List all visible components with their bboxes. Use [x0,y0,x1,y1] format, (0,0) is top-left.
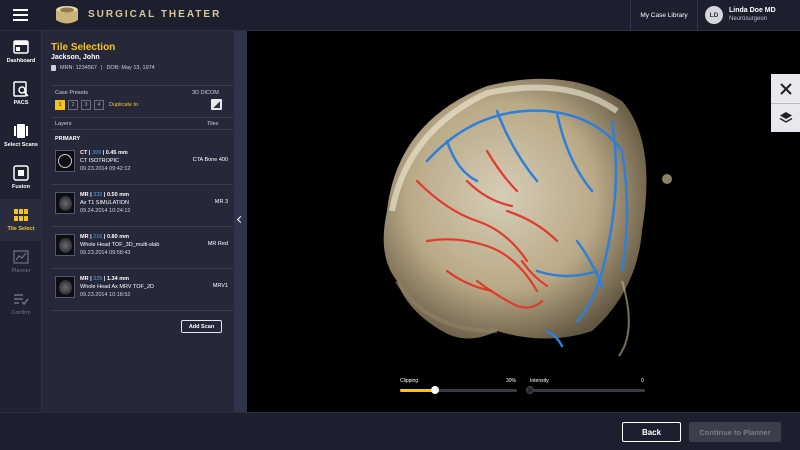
dicom-export-button[interactable] [211,99,222,110]
intensity-label: Intensity [530,378,549,384]
mrn: MRN: 1234567 [60,65,97,71]
nav-item-label: PACS [13,100,29,106]
divider [51,117,233,118]
id-card-icon [51,65,56,71]
nav-item-planner: Planner [0,241,42,283]
layer-name: Whole Head TOF_3D_multi-slab [80,242,160,248]
nav-item-pacs[interactable]: PACS [0,73,42,115]
nav-item-dashboard[interactable]: Dashboard [0,31,42,73]
preset-3[interactable]: 3 [81,100,91,110]
clipping-slider[interactable] [400,386,517,394]
layer-tile[interactable]: MRV1 [213,283,228,289]
layer-row[interactable]: CT | 399 | 0.45 mm CT ISOTROPIC 09.23.20… [51,143,233,185]
divider [51,85,233,86]
scan-thumbnail [55,234,75,256]
viewer-tools [771,74,800,132]
clipping-label: Clipping [400,378,419,384]
layer-tile[interactable]: MR Red [208,241,228,247]
tiles-header: Tiles [207,121,219,127]
continue-to-planner-button: Continue to Planner [689,422,781,442]
pacs-icon [13,81,29,97]
nav-item-label: Tile Select [7,226,35,232]
user-role: Neurosurgeon [729,16,768,22]
3d-viewer[interactable]: Clipping 30% Intensity 0 [247,31,800,412]
case-library-link[interactable]: My Case Library [630,0,698,31]
nav-item-label: Dashboard [6,58,36,64]
nav-item-label: Select Scans [4,142,38,148]
layer-row[interactable]: MR | 216 | 0.80 mm Whole Head TOF_3D_mul… [51,227,233,269]
user-name: Linda Doe MD [729,7,776,14]
patient-name: Jackson, John [51,54,100,61]
layer-row[interactable]: MR | 325 | 1.34 mm Whole Head Ax MRV TOF… [51,269,233,311]
layers-button[interactable] [771,103,800,132]
divider [51,129,233,130]
case-presets-label: Case Presets [55,90,89,96]
intensity-value: 0 [641,378,644,384]
clipping-fill [400,389,436,392]
layer-row[interactable]: MR | 332 | 0.50 mm Ax T1 SIMULATION 09.2… [51,185,233,227]
layer-specs: CT | 399 | 0.45 mm [80,150,128,156]
nav-item-fusion[interactable]: Fusion [0,157,42,199]
dob: DOB: May 13, 1974 [106,65,155,71]
collapse-panel-handle[interactable] [234,31,247,412]
preset-2[interactable]: 2 [68,100,78,110]
layer-specs: MR | 325 | 1.34 mm [80,276,129,282]
layer-name: Ax T1 SIMULATION [80,200,130,206]
fusion-icon [13,165,29,181]
footer: Back Continue to Planner [0,412,800,450]
page-title: Tile Selection [51,42,116,53]
grid-icon [14,209,28,221]
dashboard-icon [13,40,29,54]
nav-item-label: Fusion [11,184,31,190]
layer-date: 09.23.2014 10:18:52 [80,292,131,298]
checklist-icon [14,294,29,306]
layer-tile[interactable]: CTA Bone 400 [193,157,228,163]
layer-date: 09.23.2014 09:42:12 [80,166,131,172]
brand-name: SURGICAL THEATER [88,9,222,20]
layers-header: Layers [55,121,72,127]
patient-ids: MRN: 1234567 | DOB: May 13, 1974 [51,65,155,71]
layer-name: Whole Head Ax MRV TOF_2D [80,284,154,290]
left-nav: Dashboard PACS Select Scans Fusion Tile … [0,31,42,412]
duplicate-to-link[interactable]: Duplicate to [109,102,138,108]
clipping-value: 30% [506,378,517,384]
nav-item-tile-select[interactable]: Tile Select [0,199,42,241]
nav-item-label: Planner [11,268,31,274]
tile-selection-panel: Tile Selection Jackson, John MRN: 123456… [42,31,234,412]
separator: | [101,65,103,71]
layer-specs: MR | 332 | 0.50 mm [80,192,129,198]
nav-item-label: Confirm [11,310,31,316]
layers-icon [779,112,792,123]
scan-thumbnail [55,276,75,298]
close-icon [779,82,792,95]
preset-4[interactable]: 4 [94,100,104,110]
chart-icon [13,250,29,264]
scan-thumbnail [55,150,75,172]
primary-label: PRIMARY [55,136,81,142]
layer-specs: MR | 216 | 0.80 mm [80,234,129,240]
preset-1[interactable]: 1 [55,100,65,110]
scan-thumbnail [55,192,75,214]
menu-icon[interactable] [13,9,28,21]
logo-icon [56,6,78,24]
nav-item-select-scans[interactable]: Select Scans [0,115,42,157]
avatar[interactable]: LD [705,6,723,24]
layer-date: 09.23.2014 09:58:43 [80,250,131,256]
layer-name: CT ISOTROPIC [80,158,120,164]
dicom-label: 3D DICOM [192,90,219,96]
add-scan-button[interactable]: Add Scan [181,320,222,333]
top-bar: SURGICAL THEATER My Case Library LD Lind… [0,0,800,31]
back-button[interactable]: Back [622,422,681,442]
nav-item-confirm: Confirm [0,283,42,325]
layer-date: 09.24.2014 10:24:12 [80,208,131,214]
close-button[interactable] [771,74,800,103]
intensity-knob[interactable] [526,386,534,394]
chevron-left-icon [236,215,245,224]
brain-render [383,78,672,357]
intensity-slider[interactable] [526,386,645,394]
layer-tile[interactable]: MR 3 [215,199,228,205]
scans-icon [14,124,28,138]
